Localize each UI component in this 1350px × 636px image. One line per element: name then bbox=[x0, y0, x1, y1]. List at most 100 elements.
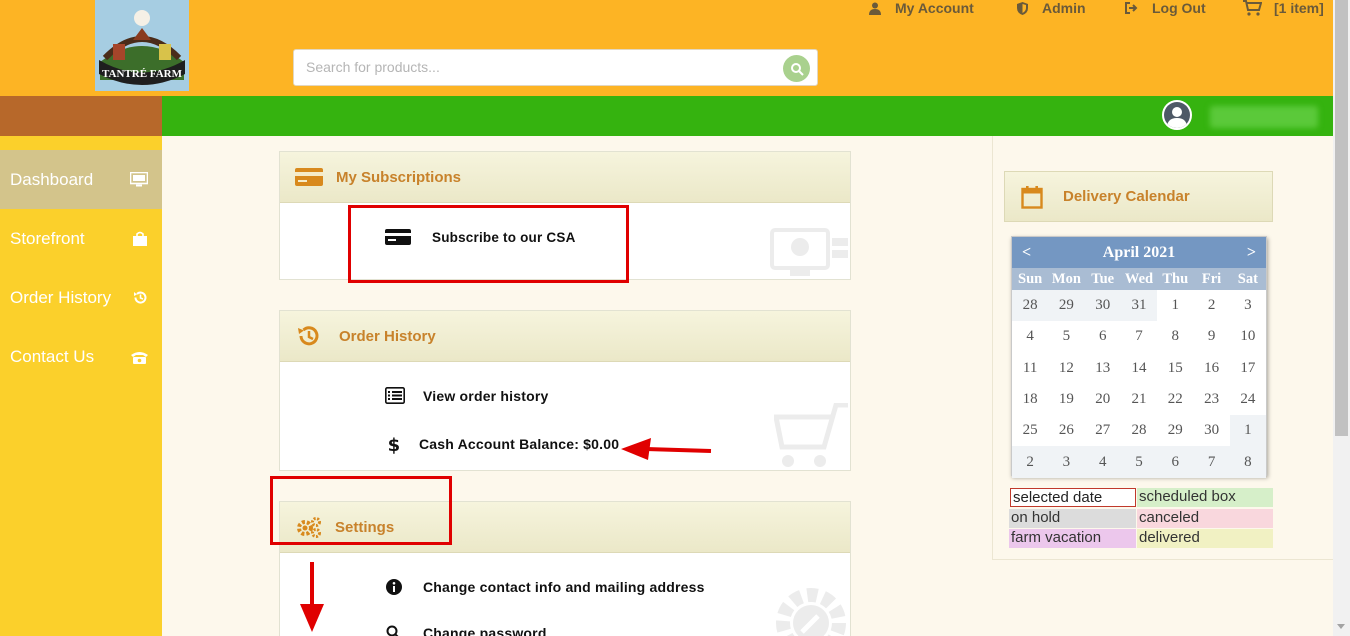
calendar-day[interactable]: 18 bbox=[1012, 384, 1048, 415]
change-contact-link[interactable]: Change contact info and mailing address bbox=[386, 579, 705, 595]
calendar-day[interactable]: 6 bbox=[1085, 321, 1121, 352]
history-icon bbox=[298, 326, 319, 346]
order-history-title: Order History bbox=[339, 327, 436, 345]
calendar-day[interactable]: 23 bbox=[1193, 384, 1229, 415]
calendar-day[interactable]: 11 bbox=[1012, 353, 1048, 384]
calendar-day[interactable]: 10 bbox=[1230, 321, 1266, 352]
cash-balance: $ Cash Account Balance: $0.00 bbox=[388, 434, 619, 454]
calendar-day[interactable]: 27 bbox=[1085, 415, 1121, 446]
red-arrow-down-icon bbox=[300, 562, 324, 632]
calendar-day[interactable]: 7 bbox=[1193, 446, 1230, 478]
my-account-label: My Account bbox=[895, 0, 974, 16]
calendar-day[interactable]: 13 bbox=[1085, 353, 1121, 384]
red-arrow-left-icon bbox=[621, 438, 712, 460]
weekday-label: Thu bbox=[1162, 270, 1189, 287]
change-password-link[interactable]: Change password bbox=[386, 625, 547, 636]
scroll-down-arrow-icon[interactable] bbox=[1337, 624, 1345, 629]
calendar-day[interactable]: 30 bbox=[1084, 290, 1121, 322]
my-account-link[interactable]: My Account bbox=[869, 0, 974, 16]
calendar-day[interactable]: 3 bbox=[1230, 290, 1266, 321]
scrollbar-thumb[interactable] bbox=[1335, 0, 1348, 436]
calendar-day[interactable]: 14 bbox=[1121, 353, 1157, 384]
admin-link[interactable]: Admin bbox=[1017, 0, 1086, 16]
weekday-label: Tue bbox=[1091, 270, 1115, 287]
sidebar-item-contact[interactable]: Contact Us bbox=[0, 327, 162, 386]
cart-icon bbox=[774, 403, 848, 467]
calendar-day[interactable]: 20 bbox=[1085, 384, 1121, 415]
calendar-weekdays: Sun Mon Tue Wed Thu Fri Sat bbox=[1012, 268, 1266, 290]
avatar-icon bbox=[1164, 102, 1190, 128]
calendar-day[interactable]: 21 bbox=[1121, 384, 1157, 415]
calendar-day[interactable]: 4 bbox=[1012, 321, 1048, 352]
sidebar-item-order-history[interactable]: Order History bbox=[0, 268, 162, 327]
view-order-history-link[interactable]: View order history bbox=[385, 387, 549, 404]
sidebar-item-dashboard[interactable]: Dashboard bbox=[0, 150, 162, 209]
delivery-calendar-header: Delivery Calendar bbox=[1004, 171, 1273, 222]
calendar-day[interactable]: 3 bbox=[1048, 446, 1085, 478]
calendar-prev-button[interactable]: < bbox=[1022, 244, 1031, 262]
sidebar-item-label: Storefront bbox=[10, 228, 85, 248]
calendar-day[interactable]: 12 bbox=[1048, 353, 1084, 384]
cart-icon bbox=[1243, 0, 1262, 16]
change-contact-label: Change contact info and mailing address bbox=[423, 579, 705, 595]
avatar[interactable] bbox=[1162, 100, 1192, 130]
calendar-day[interactable]: 1 bbox=[1157, 290, 1193, 321]
calendar-day[interactable]: 29 bbox=[1048, 290, 1085, 322]
search-button[interactable] bbox=[783, 55, 810, 82]
delivery-calendar-title: Delivery Calendar bbox=[1063, 188, 1190, 205]
calendar-day[interactable]: 22 bbox=[1157, 384, 1193, 415]
calendar-day[interactable]: 2 bbox=[1193, 290, 1229, 321]
calendar-day[interactable]: 28 bbox=[1012, 290, 1049, 322]
calendar-day[interactable]: 24 bbox=[1230, 384, 1266, 415]
calendar-days: 28 29 30 31 1 2 3 4 5 6 7 8 9 10 11 12 13 14 15 16 17 18 19 20 2… bbox=[1012, 290, 1266, 478]
calendar-day[interactable]: 16 bbox=[1193, 353, 1229, 384]
calendar-day[interactable]: 5 bbox=[1048, 321, 1084, 352]
calendar-day[interactable]: 7 bbox=[1121, 321, 1157, 352]
calendar-day[interactable]: 1 bbox=[1229, 415, 1266, 447]
legend-farm-vacation: farm vacation bbox=[1009, 529, 1136, 548]
key-icon bbox=[386, 625, 399, 636]
calendar-day[interactable]: 5 bbox=[1120, 446, 1158, 478]
calendar-month-bar: < April 2021 > bbox=[1012, 237, 1266, 268]
user-icon bbox=[869, 2, 881, 15]
calendar-day[interactable]: 29 bbox=[1157, 415, 1193, 446]
cart-link[interactable]: [1 item] bbox=[1243, 0, 1324, 16]
calendar-day[interactable]: 4 bbox=[1084, 446, 1121, 478]
logout-link[interactable]: Log Out bbox=[1125, 0, 1206, 16]
sidebar-item-label: Order History bbox=[10, 287, 112, 307]
calendar-day[interactable]: 31 bbox=[1120, 290, 1158, 322]
calendar-icon bbox=[1021, 185, 1043, 209]
history-icon bbox=[134, 291, 147, 304]
calendar-day[interactable]: 26 bbox=[1048, 415, 1084, 446]
legend-selected-date: selected date bbox=[1010, 488, 1136, 507]
calendar-day[interactable]: 6 bbox=[1157, 446, 1194, 478]
sidebar-item-label: Dashboard bbox=[10, 169, 94, 189]
calendar-day[interactable]: 2 bbox=[1012, 446, 1049, 478]
subscriptions-title: My Subscriptions bbox=[336, 168, 462, 186]
page-scrollbar[interactable] bbox=[1333, 0, 1350, 636]
sidebar-item-storefront[interactable]: Storefront bbox=[0, 209, 162, 268]
calendar-day[interactable]: 30 bbox=[1193, 415, 1229, 446]
search-input[interactable] bbox=[306, 59, 766, 75]
weekday-label: Sat bbox=[1237, 270, 1258, 287]
highlight-subscribe-box bbox=[348, 205, 629, 283]
legend-delivered: delivered bbox=[1137, 529, 1273, 548]
calendar-next-button[interactable]: > bbox=[1247, 244, 1256, 262]
weekday-label: Mon bbox=[1051, 270, 1081, 287]
calendar-day[interactable]: 25 bbox=[1012, 415, 1048, 446]
info-icon bbox=[386, 579, 402, 595]
calendar-day[interactable]: 28 bbox=[1121, 415, 1157, 446]
calendar-day[interactable]: 17 bbox=[1230, 353, 1266, 384]
weekday-label: Sun bbox=[1018, 270, 1043, 287]
order-history-header: Order History bbox=[280, 311, 850, 362]
user-name-blurred[interactable] bbox=[1210, 106, 1318, 128]
sidebar-header-bar bbox=[0, 96, 162, 136]
calendar-day[interactable]: 8 bbox=[1157, 321, 1193, 352]
calendar-day[interactable]: 8 bbox=[1229, 446, 1266, 478]
calendar-day[interactable]: 19 bbox=[1048, 384, 1084, 415]
calendar-day[interactable]: 9 bbox=[1193, 321, 1229, 352]
view-order-history-label: View order history bbox=[423, 387, 549, 404]
settings-gear-icon bbox=[776, 588, 846, 636]
calendar-day[interactable]: 15 bbox=[1157, 353, 1193, 384]
farm-logo[interactable]: TANTRÉ FARM bbox=[95, 0, 189, 91]
